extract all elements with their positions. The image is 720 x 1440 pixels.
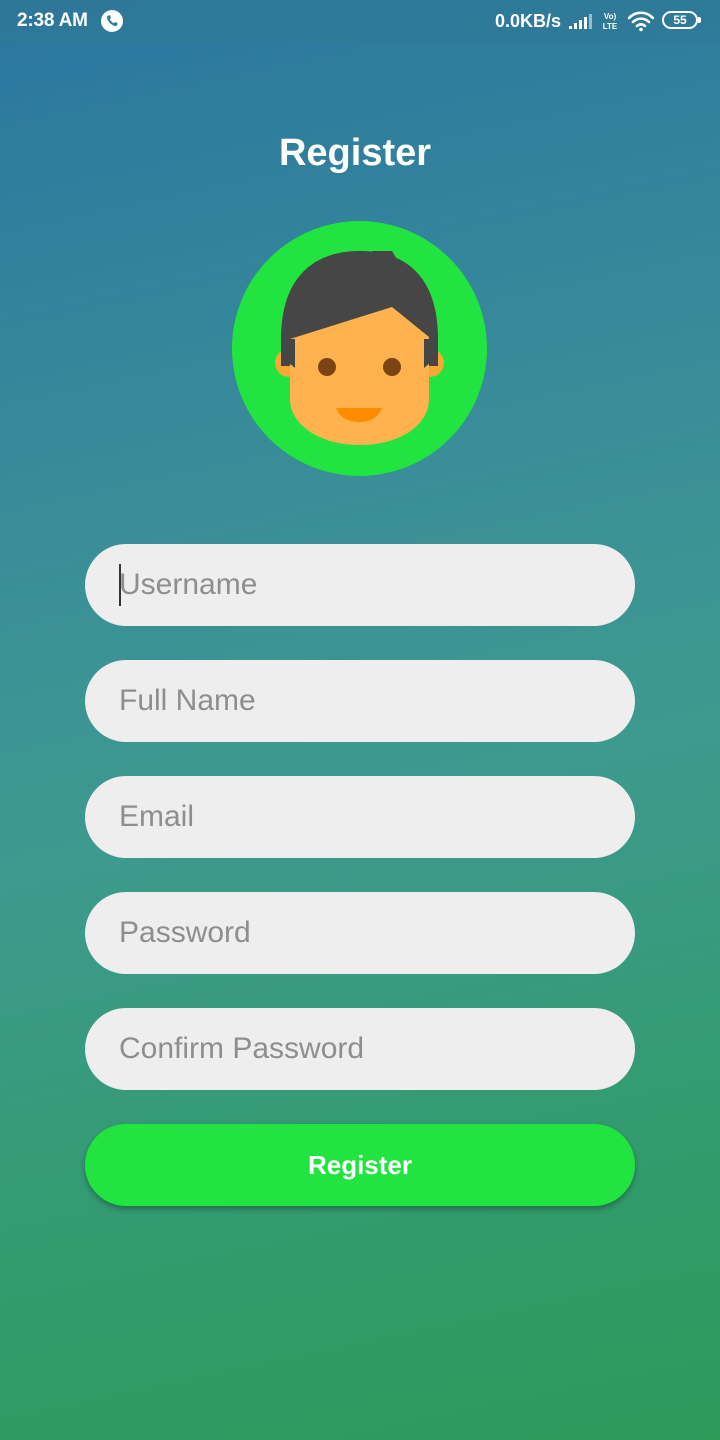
svg-text:Vo): Vo): [604, 12, 617, 21]
full-name-input[interactable]: [85, 660, 635, 742]
status-bar: 2:38 AM 0.0KB/s Vo) LTE 55: [0, 0, 720, 43]
status-time: 2:38 AM: [17, 10, 88, 31]
username-input[interactable]: [85, 544, 635, 626]
user-avatar-icon: [232, 221, 487, 476]
call-icon: [101, 10, 123, 32]
battery-icon: 55: [662, 11, 701, 29]
volte-icon: Vo) LTE: [603, 12, 618, 31]
text-caret: [119, 564, 121, 606]
svg-text:LTE: LTE: [603, 22, 618, 31]
confirm-password-input[interactable]: [85, 1008, 635, 1090]
net-speed: 0.0KB/s: [495, 11, 562, 31]
register-button[interactable]: Register: [85, 1124, 635, 1206]
wifi-icon: [628, 11, 654, 32]
page-title: Register: [278, 132, 432, 174]
signal-icon: [569, 14, 592, 29]
email-input[interactable]: [85, 776, 635, 858]
password-input[interactable]: [85, 892, 635, 974]
